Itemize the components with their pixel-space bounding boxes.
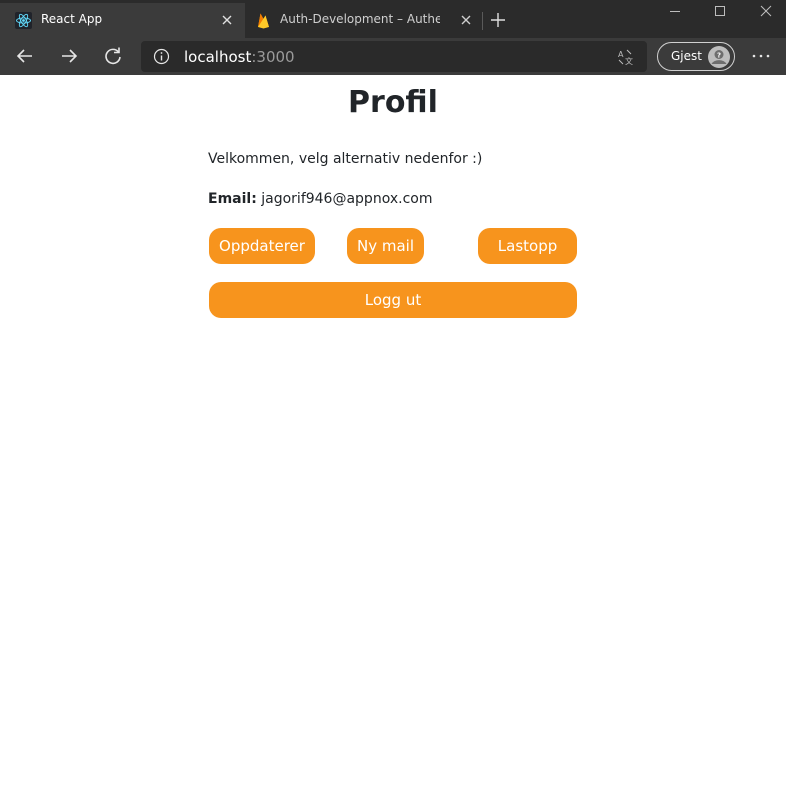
page-title: Profil	[348, 85, 438, 120]
page-content: Profil Velkommen, velg alternativ nedenf…	[0, 75, 786, 793]
back-arrow-icon[interactable]	[14, 45, 36, 67]
browser-titlebar: React App Auth-Development – Authenticat	[0, 0, 786, 38]
more-options-icon[interactable]	[750, 46, 772, 66]
logout-button[interactable]: Logg ut	[209, 282, 577, 318]
url-host: localhost	[184, 48, 252, 66]
svg-text:A: A	[618, 50, 624, 59]
address-bar[interactable]: localhost:3000 A 文	[141, 41, 647, 72]
tab-react-app[interactable]: React App	[0, 3, 245, 38]
profile-label: Gjest	[671, 49, 702, 63]
react-logo-icon	[15, 12, 32, 29]
new-mail-button[interactable]: Ny mail	[347, 228, 424, 264]
tab-title: React App	[41, 12, 103, 26]
maximize-icon[interactable]	[710, 4, 730, 20]
close-tab-icon[interactable]	[459, 13, 473, 27]
translate-icon[interactable]: A 文	[617, 48, 635, 66]
window-close-icon[interactable]	[756, 4, 776, 20]
update-button[interactable]: Oppdaterer	[209, 228, 315, 264]
svg-text:?: ?	[717, 52, 721, 60]
svg-text:文: 文	[625, 56, 633, 66]
upload-button[interactable]: Lastopp	[478, 228, 577, 264]
email-line: Email: jagorif946@appnox.com	[208, 191, 432, 207]
firebase-logo-icon	[255, 12, 272, 29]
tab-auth-development[interactable]: Auth-Development – Authenticat	[246, 3, 480, 38]
url-text: localhost:3000	[184, 48, 295, 66]
new-tab-icon[interactable]	[489, 11, 507, 29]
forward-arrow-icon[interactable]	[58, 45, 80, 67]
reload-icon[interactable]	[102, 45, 124, 67]
url-port: :3000	[251, 48, 295, 66]
email-value: jagorif946@appnox.com	[261, 191, 433, 207]
close-tab-icon[interactable]	[220, 13, 234, 27]
guest-avatar-icon: ?	[708, 46, 730, 68]
profile-button[interactable]: Gjest ?	[657, 42, 735, 71]
welcome-text: Velkommen, velg alternativ nedenfor :)	[208, 151, 483, 167]
info-icon[interactable]	[153, 48, 170, 65]
minimize-icon[interactable]	[665, 4, 685, 20]
browser-toolbar: localhost:3000 A 文 Gjest ?	[0, 38, 786, 75]
email-label: Email:	[208, 191, 257, 207]
tab-title: Auth-Development – Authenticat	[280, 12, 440, 26]
tab-separator	[482, 12, 483, 30]
